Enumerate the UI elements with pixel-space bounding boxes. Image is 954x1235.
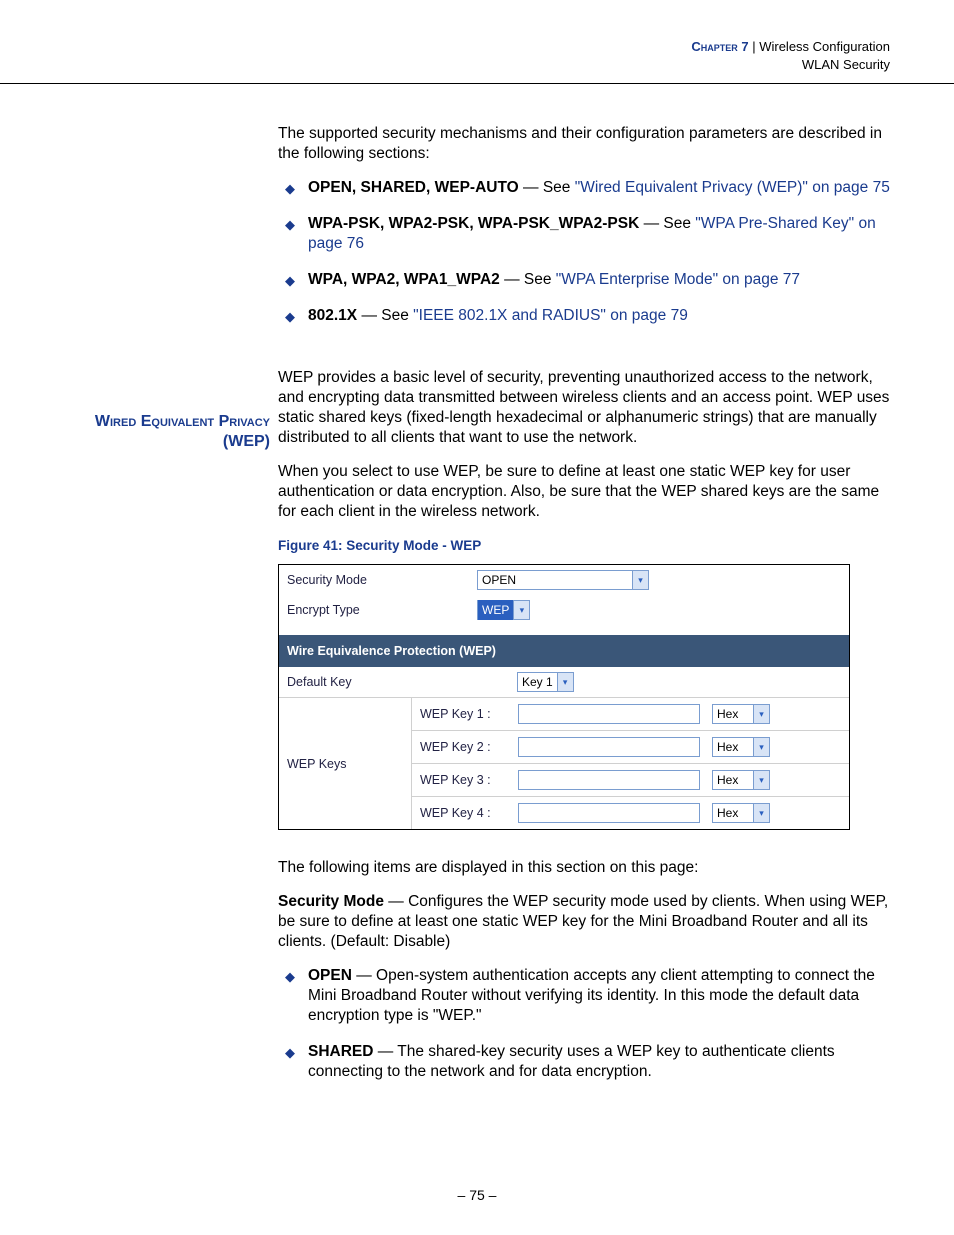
default-key-select[interactable]: Key 1 ▾ bbox=[517, 672, 574, 692]
mode-name: SHARED bbox=[308, 1043, 373, 1060]
dash: — See bbox=[500, 271, 556, 288]
encrypt-type-select[interactable]: WEP ▾ bbox=[477, 600, 530, 620]
list-item: WPA, WPA2, WPA1_WPA2 — See "WPA Enterpri… bbox=[278, 270, 893, 290]
wep-key-label: WEP Key 1 : bbox=[420, 704, 518, 724]
wep-key-label: WEP Key 4 : bbox=[420, 803, 518, 823]
chevron-down-icon: ▾ bbox=[753, 804, 769, 822]
wep-key-format-value: Hex bbox=[713, 770, 753, 790]
figure-caption: Figure 41: Security Mode - WEP bbox=[278, 536, 893, 556]
mode-name: OPEN bbox=[308, 967, 352, 984]
security-mode-term: Security Mode bbox=[278, 893, 384, 910]
mechanism-name: WPA, WPA2, WPA1_WPA2 bbox=[308, 271, 500, 288]
chevron-down-icon: ▾ bbox=[753, 771, 769, 789]
chevron-down-icon: ▾ bbox=[632, 571, 648, 589]
intro-paragraph: The supported security mechanisms and th… bbox=[278, 124, 893, 164]
default-key-value: Key 1 bbox=[518, 672, 557, 692]
list-item: SHARED — The shared-key security uses a … bbox=[278, 1042, 893, 1082]
list-item: OPEN, SHARED, WEP-AUTO — See "Wired Equi… bbox=[278, 178, 893, 198]
body-column: The supported security mechanisms and th… bbox=[278, 124, 893, 1098]
chevron-down-icon: ▾ bbox=[753, 705, 769, 723]
list-item: 802.1X — See "IEEE 802.1X and RADIUS" on… bbox=[278, 306, 893, 326]
mode-list: OPEN — Open-system authentication accept… bbox=[278, 966, 893, 1082]
wep-key-input[interactable] bbox=[518, 803, 700, 823]
chevron-down-icon: ▾ bbox=[513, 601, 529, 619]
security-mode-description: Security Mode — Configures the WEP secur… bbox=[278, 892, 893, 952]
mechanism-name: WPA-PSK, WPA2-PSK, WPA-PSK_WPA2-PSK bbox=[308, 215, 639, 232]
dash: — See bbox=[357, 307, 413, 324]
cross-reference-link[interactable]: "Wired Equivalent Privacy (WEP)" on page… bbox=[575, 179, 890, 196]
security-mode-value: OPEN bbox=[478, 570, 632, 590]
chevron-down-icon: ▾ bbox=[557, 673, 573, 691]
wep-paragraph-1: WEP provides a basic level of security, … bbox=[278, 368, 893, 448]
list-item: WPA-PSK, WPA2-PSK, WPA-PSK_WPA2-PSK — Se… bbox=[278, 214, 893, 254]
chapter-label: Chapter 7 bbox=[691, 39, 748, 54]
security-mode-select[interactable]: OPEN ▾ bbox=[477, 570, 649, 590]
mode-text: — The shared-key security uses a WEP key… bbox=[308, 1043, 835, 1080]
chapter-title: Wireless Configuration bbox=[759, 39, 890, 54]
mechanism-name: 802.1X bbox=[308, 307, 357, 324]
wep-key-format-select[interactable]: Hex▾ bbox=[712, 770, 770, 790]
page-number: – 75 – bbox=[0, 1187, 954, 1203]
list-item: OPEN — Open-system authentication accept… bbox=[278, 966, 893, 1026]
wep-key-format-value: Hex bbox=[713, 737, 753, 757]
wep-key-row: WEP Key 4 : Hex▾ bbox=[412, 796, 849, 829]
cross-reference-link[interactable]: "IEEE 802.1X and RADIUS" on page 79 bbox=[413, 307, 688, 324]
wep-key-label: WEP Key 3 : bbox=[420, 770, 518, 790]
section-heading-wep: Wired Equivalent Privacy (WEP) bbox=[70, 412, 270, 452]
wep-key-label: WEP Key 2 : bbox=[420, 737, 518, 757]
page: Chapter 7 | Wireless Configuration WLAN … bbox=[0, 0, 954, 1235]
wep-key-format-select[interactable]: Hex▾ bbox=[712, 704, 770, 724]
wep-section-bar: Wire Equivalence Protection (WEP) bbox=[279, 635, 849, 667]
running-header: Chapter 7 | Wireless Configuration WLAN … bbox=[691, 38, 890, 74]
wep-key-row: WEP Key 1 : Hex▾ bbox=[412, 698, 849, 730]
wep-key-input[interactable] bbox=[518, 770, 700, 790]
after-figure-paragraph: The following items are displayed in thi… bbox=[278, 858, 893, 878]
wep-key-row: WEP Key 3 : Hex▾ bbox=[412, 763, 849, 796]
header-rule bbox=[0, 83, 954, 84]
cross-reference-link[interactable]: "WPA Enterprise Mode" on page 77 bbox=[556, 271, 800, 288]
wep-keys-inner: WEP Key 1 :Hex▾WEP Key 2 :Hex▾WEP Key 3 … bbox=[412, 698, 849, 829]
encrypt-type-value: WEP bbox=[478, 600, 513, 620]
wep-key-input[interactable] bbox=[518, 704, 700, 724]
default-key-label: Default Key bbox=[287, 672, 517, 692]
security-mode-label: Security Mode bbox=[287, 570, 477, 590]
mechanism-list: OPEN, SHARED, WEP-AUTO — See "Wired Equi… bbox=[278, 178, 893, 326]
dash: — See bbox=[519, 179, 575, 196]
wep-key-format-select[interactable]: Hex▾ bbox=[712, 737, 770, 757]
figure-security-mode-wep: Security Mode OPEN ▾ Encrypt Type WEP ▾ … bbox=[278, 564, 850, 830]
wep-key-format-select[interactable]: Hex▾ bbox=[712, 803, 770, 823]
encrypt-type-label: Encrypt Type bbox=[287, 600, 477, 620]
wep-key-format-value: Hex bbox=[713, 803, 753, 823]
chevron-down-icon: ▾ bbox=[753, 738, 769, 756]
section-title: WLAN Security bbox=[691, 56, 890, 74]
wep-keys-label: WEP Keys bbox=[279, 698, 412, 829]
mode-text: — Open-system authentication accepts any… bbox=[308, 967, 875, 1024]
mechanism-name: OPEN, SHARED, WEP-AUTO bbox=[308, 179, 519, 196]
wep-paragraph-2: When you select to use WEP, be sure to d… bbox=[278, 462, 893, 522]
wep-key-format-value: Hex bbox=[713, 704, 753, 724]
wep-key-input[interactable] bbox=[518, 737, 700, 757]
wep-key-row: WEP Key 2 : Hex▾ bbox=[412, 730, 849, 763]
dash: — See bbox=[639, 215, 695, 232]
